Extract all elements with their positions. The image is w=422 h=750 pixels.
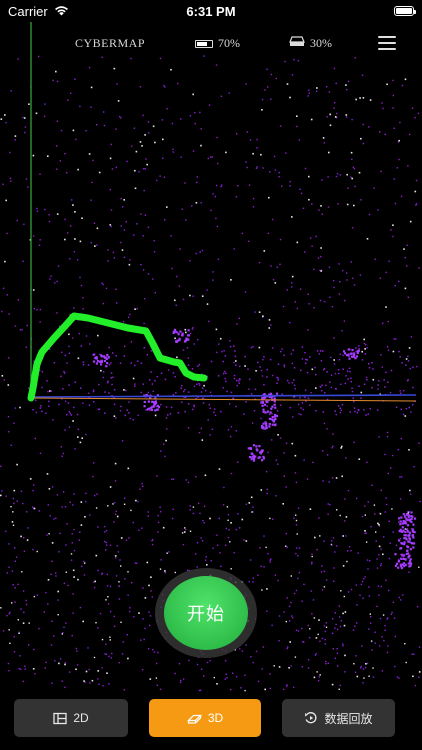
start-button-ring: 开始 [155, 568, 257, 658]
ios-battery-icon [394, 6, 416, 16]
app-title: CYBERMAP [75, 36, 146, 50]
2d-view-label: 2D [73, 711, 89, 725]
storage-drive-icon [289, 36, 305, 51]
2d-view-button[interactable]: 2D [14, 699, 128, 737]
data-replay-button[interactable]: 数据回放 [282, 699, 395, 737]
3d-cube-icon [186, 712, 202, 725]
start-button[interactable]: 开始 [164, 576, 248, 650]
replay-icon [304, 711, 318, 725]
wifi-icon [54, 4, 69, 19]
trajectory-path [27, 312, 208, 402]
3d-view-label: 3D [207, 711, 224, 725]
3d-view-button[interactable]: 3D [149, 699, 261, 737]
start-button-label: 开始 [187, 604, 225, 624]
battery-percent: 70% [218, 36, 240, 50]
battery-icon [195, 39, 213, 48]
storage-percent: 30% [310, 36, 332, 50]
horizontal-axis-blue [30, 394, 417, 398]
battery-status: 70% [195, 36, 240, 51]
hamburger-menu-icon[interactable] [378, 36, 396, 50]
2d-map-icon [53, 712, 67, 725]
status-bar: Carrier 6:31 PM [0, 0, 422, 22]
app-screen: Carrier 6:31 PM CYBERMAP 70% 30% 开始 2D 3… [0, 0, 422, 750]
bottom-toolbar: 2D 3D 数据回放 [0, 699, 422, 739]
carrier-label: Carrier [8, 3, 48, 19]
horizontal-axis-orange [30, 397, 417, 402]
data-replay-label: 数据回放 [324, 711, 373, 726]
storage-status: 30% [289, 36, 332, 51]
app-header: CYBERMAP 70% 30% [0, 36, 422, 54]
